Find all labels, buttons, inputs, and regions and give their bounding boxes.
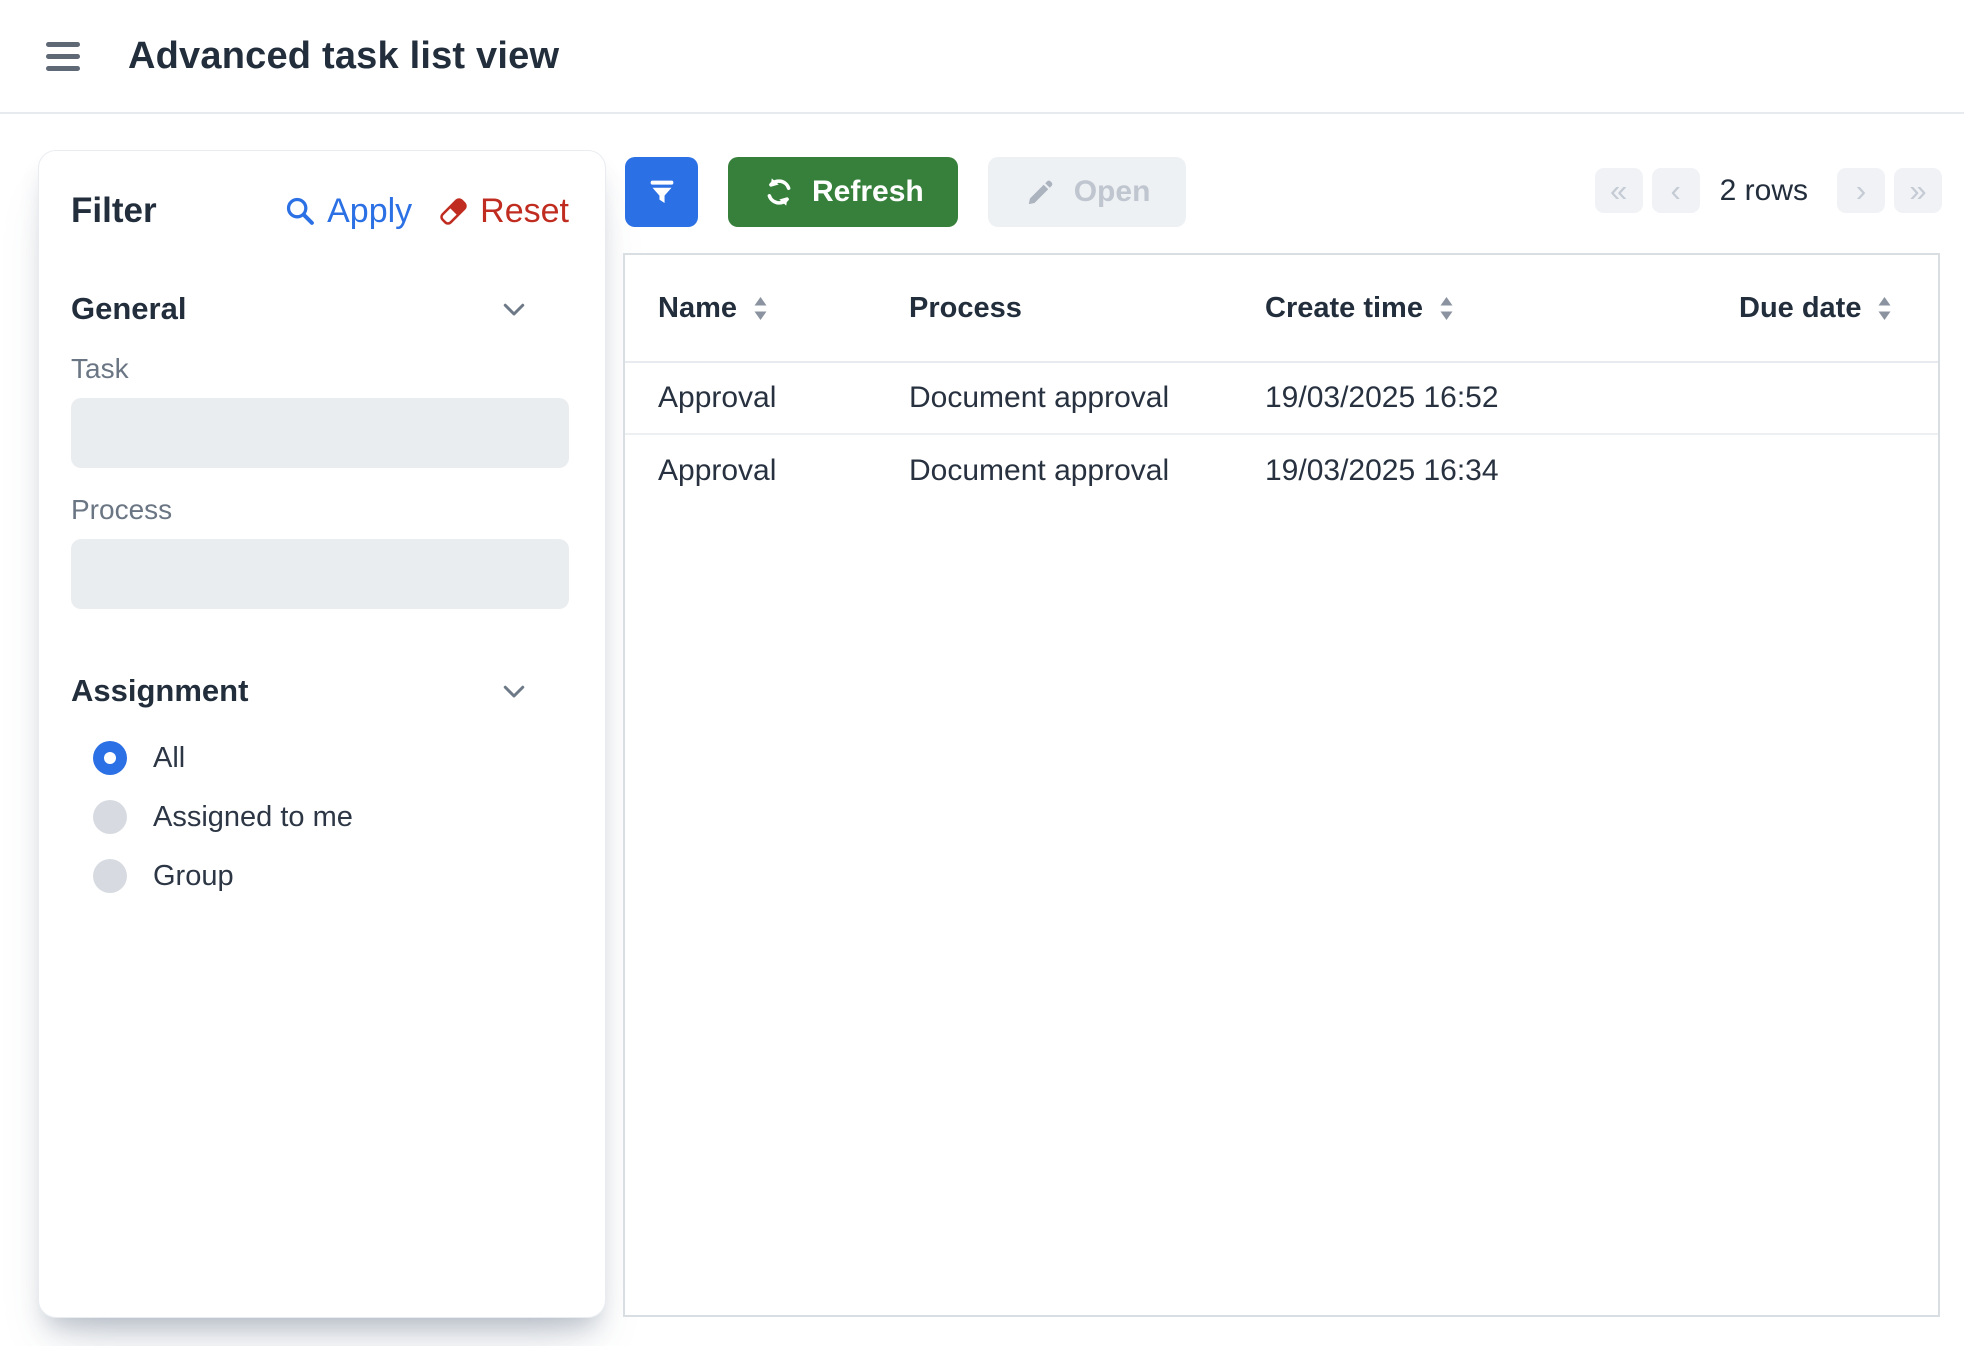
section-general-title: General	[71, 291, 186, 327]
sort-icon[interactable]	[753, 296, 768, 321]
filter-panel-title: Filter	[71, 191, 157, 231]
column-header-create-time[interactable]: Create time	[1265, 255, 1739, 362]
cell-process: Document approval	[909, 434, 1265, 506]
task-input[interactable]	[71, 398, 569, 468]
prev-page-button[interactable]: ‹	[1652, 168, 1700, 213]
pagination: « ‹ 2 rows › »	[1595, 168, 1942, 213]
cell-name: Approval	[625, 434, 909, 506]
section-general-header[interactable]: General	[71, 291, 569, 327]
search-icon	[283, 194, 317, 228]
filter-panel: Filter Apply Reset General	[38, 150, 606, 1318]
table-row[interactable]: Approval Document approval 19/03/2025 16…	[625, 362, 1938, 434]
toolbar: Refresh Open	[625, 157, 1186, 227]
eraser-icon	[436, 194, 470, 228]
sort-icon[interactable]	[1439, 296, 1454, 321]
radio-unselected-icon	[93, 859, 127, 893]
refresh-button[interactable]: Refresh	[728, 157, 958, 227]
radio-assigned-to-me-label: Assigned to me	[153, 801, 353, 834]
app-header: Advanced task list view	[0, 0, 1964, 114]
cell-due-date	[1739, 362, 1938, 434]
reset-label: Reset	[480, 192, 569, 231]
next-page-button[interactable]: ›	[1837, 168, 1885, 213]
table-row[interactable]: Approval Document approval 19/03/2025 16…	[625, 434, 1938, 506]
task-label: Task	[71, 353, 569, 385]
section-assignment-header[interactable]: Assignment	[71, 673, 569, 709]
column-header-process[interactable]: Process	[909, 255, 1265, 362]
radio-all[interactable]: All	[93, 741, 569, 775]
cell-name: Approval	[625, 362, 909, 434]
chevron-down-icon	[499, 294, 529, 324]
cell-due-date	[1739, 434, 1938, 506]
cell-process: Document approval	[909, 362, 1265, 434]
sort-icon[interactable]	[1877, 296, 1892, 321]
open-label: Open	[1074, 175, 1151, 209]
section-assignment-title: Assignment	[71, 673, 248, 709]
apply-label: Apply	[327, 192, 412, 231]
process-label: Process	[71, 494, 569, 526]
pencil-icon	[1024, 175, 1058, 209]
filter-toggle-button[interactable]	[625, 157, 698, 227]
refresh-icon	[762, 175, 796, 209]
apply-button[interactable]: Apply	[283, 192, 412, 231]
open-button[interactable]: Open	[988, 157, 1187, 227]
assignment-radio-group: All Assigned to me Group	[71, 741, 569, 893]
column-header-due-date[interactable]: Due date	[1739, 255, 1938, 362]
radio-all-label: All	[153, 742, 185, 775]
hamburger-menu-icon[interactable]	[46, 34, 90, 78]
radio-group-label: Group	[153, 860, 234, 893]
radio-group-option[interactable]: Group	[93, 859, 569, 893]
first-page-button[interactable]: «	[1595, 168, 1643, 213]
page-title: Advanced task list view	[128, 35, 559, 78]
process-input[interactable]	[71, 539, 569, 609]
reset-button[interactable]: Reset	[436, 192, 569, 231]
radio-unselected-icon	[93, 800, 127, 834]
table-header-row: Name Process Create time	[625, 255, 1938, 362]
radio-assigned-to-me[interactable]: Assigned to me	[93, 800, 569, 834]
task-table: Name Process Create time	[623, 253, 1940, 1317]
cell-create-time: 19/03/2025 16:34	[1265, 434, 1739, 506]
funnel-icon	[645, 175, 679, 209]
cell-create-time: 19/03/2025 16:52	[1265, 362, 1739, 434]
row-count: 2 rows	[1720, 174, 1808, 208]
column-header-name[interactable]: Name	[625, 255, 909, 362]
refresh-label: Refresh	[812, 175, 924, 209]
last-page-button[interactable]: »	[1894, 168, 1942, 213]
chevron-down-icon	[499, 676, 529, 706]
radio-selected-icon	[93, 741, 127, 775]
